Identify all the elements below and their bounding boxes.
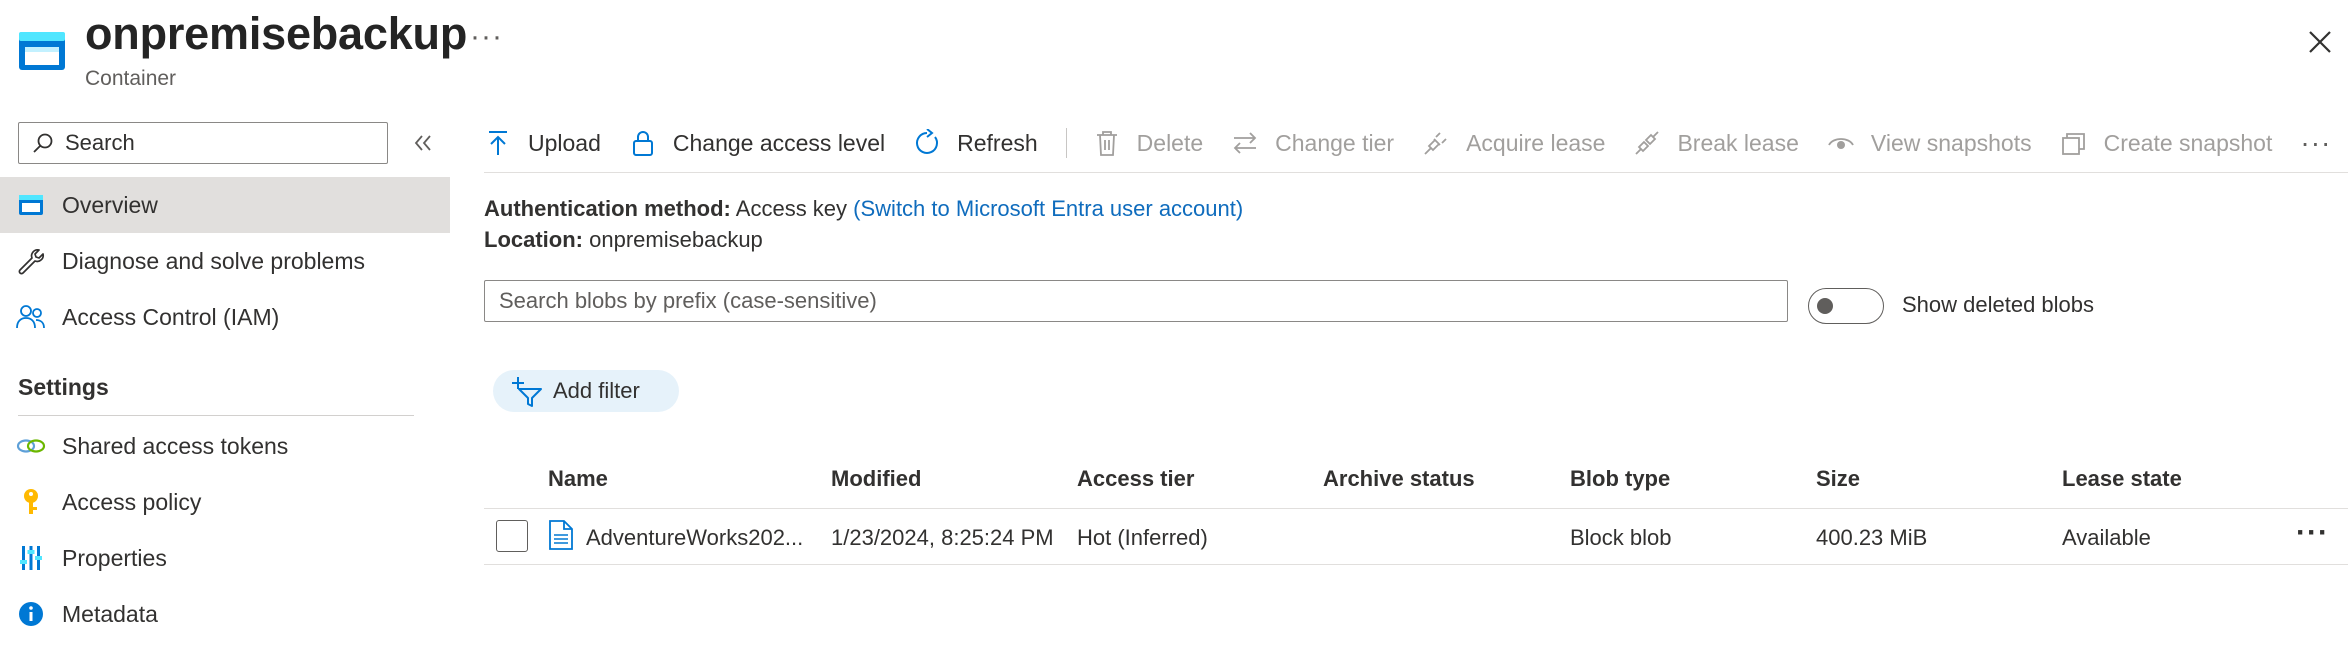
upload-label: Upload [528, 129, 601, 156]
add-filter-button[interactable]: Add filter [493, 370, 679, 412]
create-snapshot-button[interactable]: Create snapshot [2060, 129, 2273, 157]
blob-modified: 1/23/2024, 8:25:24 PM [831, 525, 1054, 550]
broken-link-icon [1635, 131, 1660, 155]
info-icon [19, 602, 43, 626]
header-more-button[interactable]: ··· [470, 20, 503, 54]
wrench-icon [18, 249, 44, 275]
change-access-level-button[interactable]: Change access level [629, 129, 885, 157]
refresh-icon [916, 129, 939, 154]
upload-button[interactable]: Upload [484, 129, 601, 157]
sidebar-item-properties[interactable]: Properties [0, 530, 450, 586]
close-icon[interactable] [2300, 22, 2340, 62]
copy-stack-icon [2061, 133, 2085, 155]
column-header-modified[interactable]: Modified [831, 466, 921, 492]
plug-icon [1424, 132, 1447, 155]
location-label: Location: [484, 227, 583, 252]
auth-method-row: Authentication method: Access key (Switc… [484, 196, 1243, 222]
sidebar-item-overview[interactable]: Overview [0, 177, 450, 233]
sidebar-item-access-policy[interactable]: Access policy [0, 474, 450, 530]
swap-arrows-icon [1233, 132, 1257, 154]
row-more-button[interactable]: ··· [2296, 516, 2329, 550]
refresh-button[interactable]: Refresh [913, 129, 1038, 157]
acquire-lease-label: Acquire lease [1466, 129, 1606, 156]
change-tier-button[interactable]: Change tier [1231, 129, 1394, 157]
toggle-knob [1817, 298, 1833, 314]
sidebar-search-input[interactable] [65, 130, 365, 156]
sliders-icon [20, 546, 42, 570]
column-header-size[interactable]: Size [1816, 466, 1860, 492]
column-header-blob-type[interactable]: Blob type [1570, 466, 1670, 492]
sidebar-item-label: Access Control (IAM) [62, 303, 280, 330]
sidebar-item-label: Properties [62, 544, 167, 571]
sidebar-item-label: Overview [62, 191, 158, 218]
refresh-label: Refresh [957, 129, 1038, 156]
sidebar-item-label: Diagnose and solve problems [62, 247, 366, 274]
page-title: onpremisebackup [85, 8, 468, 59]
blob-type: Block blob [1570, 525, 1672, 550]
toolbar-divider [484, 172, 2348, 173]
sidebar-item-label: Metadata [62, 600, 158, 627]
double-chevron-left-icon[interactable] [408, 128, 438, 158]
delete-button[interactable]: Delete [1093, 129, 1203, 157]
sidebar-item-label: Access policy [62, 488, 202, 515]
location-row: Location: onpremisebackup [484, 227, 763, 253]
add-filter-icon [512, 377, 542, 407]
people-icon [16, 305, 45, 329]
page-subtitle: Container [85, 67, 177, 90]
add-filter-label: Add filter [553, 378, 640, 403]
location-value: onpremisebackup [589, 227, 763, 252]
column-header-name[interactable]: Name [548, 466, 608, 492]
auth-method-label: Authentication method: [484, 196, 731, 221]
container-icon [19, 195, 43, 215]
command-bar: Upload Change access level Refresh Delet… [484, 118, 2331, 168]
toolbar-more-button[interactable]: ··· [2300, 127, 2331, 159]
change-access-level-label: Change access level [672, 129, 886, 156]
section-divider [18, 415, 414, 416]
blob-search-input[interactable] [485, 281, 1787, 321]
break-lease-button[interactable]: Break lease [1633, 129, 1799, 157]
auth-method-value: Access key [735, 196, 848, 221]
link-chain-icon [16, 439, 46, 453]
acquire-lease-button[interactable]: Acquire lease [1422, 129, 1605, 157]
sidebar-item-label: Shared access tokens [62, 432, 289, 459]
delete-label: Delete [1136, 129, 1204, 156]
switch-auth-link[interactable]: (Switch to Microsoft Entra user account) [853, 196, 1243, 221]
sidebar-item-shared-access-tokens[interactable]: Shared access tokens [0, 418, 450, 474]
table-row-divider [484, 564, 2348, 565]
key-icon [24, 489, 38, 514]
view-snapshots-label: View snapshots [1870, 129, 2032, 156]
change-tier-label: Change tier [1275, 129, 1395, 156]
row-checkbox[interactable] [496, 520, 528, 552]
settings-section-header: Settings [18, 374, 109, 400]
search-icon [33, 133, 53, 153]
trash-icon [1096, 131, 1117, 156]
column-header-archive-status[interactable]: Archive status [1323, 466, 1475, 492]
sidebar-item-metadata[interactable]: Metadata [0, 586, 450, 642]
blob-name-link[interactable]: AdventureWorks202... [586, 525, 803, 551]
column-header-access-tier[interactable]: Access tier [1077, 466, 1194, 492]
table-header-divider [484, 508, 2348, 509]
blob-size: 400.23 MiB [1816, 525, 1928, 550]
file-icon [549, 520, 573, 550]
create-snapshot-label: Create snapshot [2103, 129, 2273, 156]
lock-icon [632, 131, 653, 156]
eye-icon [1828, 138, 1854, 149]
blob-search[interactable] [484, 280, 1788, 322]
toolbar-separator [1065, 128, 1067, 158]
blob-lease-state: Available [2062, 525, 2151, 550]
view-snapshots-button[interactable]: View snapshots [1827, 129, 2032, 157]
blob-access-tier: Hot (Inferred) [1077, 525, 1208, 550]
show-deleted-label: Show deleted blobs [1902, 292, 2095, 317]
column-header-lease-state[interactable]: Lease state [2062, 466, 2182, 492]
break-lease-label: Break lease [1677, 129, 1799, 156]
sidebar-item-iam[interactable]: Access Control (IAM) [0, 289, 450, 345]
sidebar-search[interactable] [18, 122, 388, 164]
upload-icon [489, 131, 507, 155]
container-icon [19, 32, 65, 70]
show-deleted-toggle[interactable] [1808, 288, 1884, 324]
sidebar-item-diagnose[interactable]: Diagnose and solve problems [0, 233, 450, 289]
